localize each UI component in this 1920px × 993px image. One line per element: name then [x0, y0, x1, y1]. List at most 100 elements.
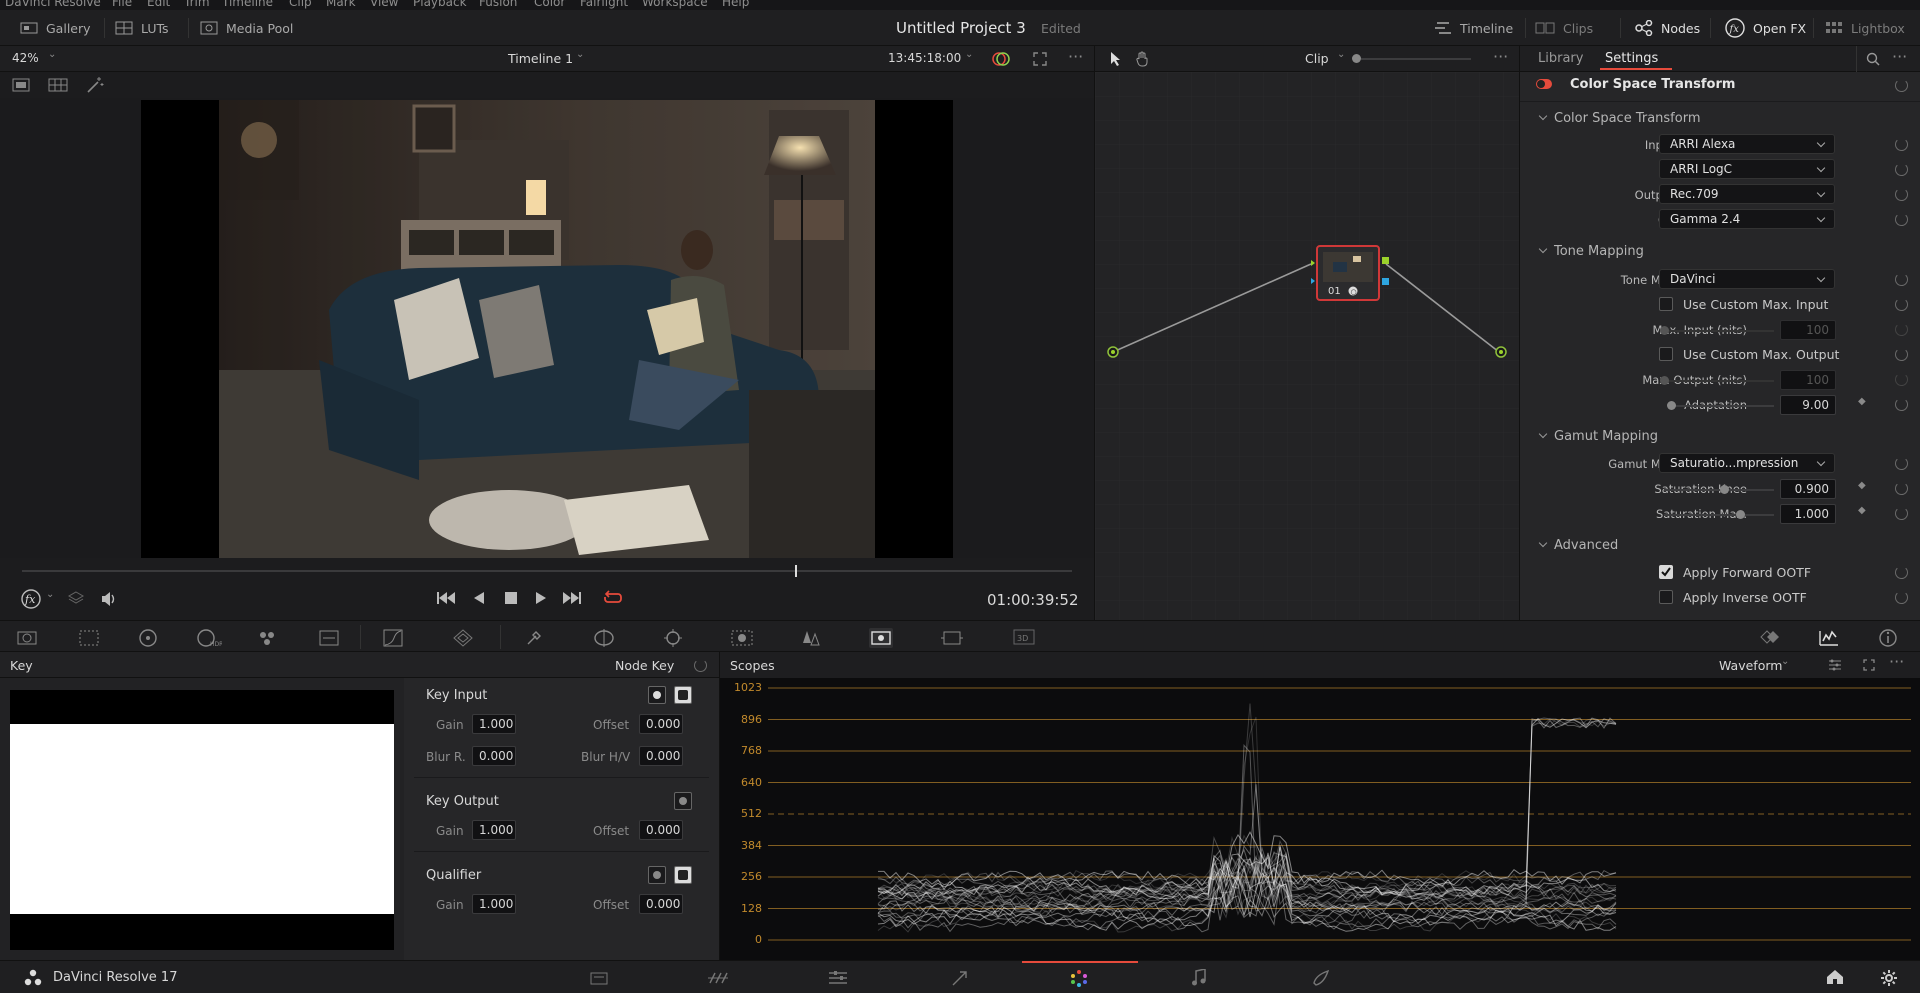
- info-icon[interactable]: [1878, 628, 1898, 648]
- apply-inverse-ootf-checkbox[interactable]: [1659, 590, 1673, 604]
- clips-button[interactable]: Clips: [1535, 18, 1593, 38]
- reset-icon[interactable]: [1895, 373, 1908, 386]
- adaptation-slider[interactable]: [1670, 405, 1774, 407]
- go-to-end-icon[interactable]: [562, 591, 582, 605]
- color-warper-icon[interactable]: [452, 628, 474, 648]
- more-options-icon[interactable]: ···: [1889, 652, 1904, 671]
- max-output-slider[interactable]: [1664, 380, 1774, 382]
- key-input-offset-field[interactable]: 0.000: [639, 714, 683, 734]
- color-page-icon[interactable]: [1069, 969, 1089, 987]
- key-output-mask-button[interactable]: [674, 792, 692, 810]
- color-match-icon[interactable]: [78, 629, 100, 647]
- saturation-max-slider-knob[interactable]: [1736, 510, 1745, 519]
- scrub-bar[interactable]: [22, 570, 1072, 572]
- color-wheels-icon[interactable]: [138, 628, 158, 648]
- menu-clip[interactable]: Clip: [289, 0, 312, 9]
- menu-workspace[interactable]: Workspace: [642, 0, 708, 9]
- keyframe-icon[interactable]: ◆: [1858, 396, 1866, 407]
- max-input-slider[interactable]: [1664, 330, 1774, 332]
- video-frame[interactable]: [219, 100, 875, 558]
- chevron-down-icon[interactable]: ⌄: [1337, 49, 1345, 60]
- fairlight-page-icon[interactable]: [1191, 969, 1207, 987]
- scopes-icon[interactable]: [1818, 627, 1840, 647]
- more-options-icon[interactable]: ···: [1892, 47, 1907, 66]
- section-advanced[interactable]: Advanced: [1540, 538, 1618, 553]
- menu-view[interactable]: View: [370, 0, 398, 9]
- hand-icon[interactable]: [1135, 51, 1151, 67]
- clip-mode-dropdown[interactable]: Clip: [1305, 51, 1329, 66]
- saturation-max-field[interactable]: 1.000: [1780, 504, 1836, 524]
- reset-icon[interactable]: [1895, 188, 1908, 201]
- go-to-start-icon[interactable]: [436, 591, 456, 605]
- reset-icon[interactable]: [1895, 298, 1908, 311]
- reset-icon[interactable]: [1895, 163, 1908, 176]
- section-tone-mapping[interactable]: Tone Mapping: [1540, 244, 1644, 259]
- chevron-down-icon[interactable]: ⌄: [1781, 656, 1789, 667]
- wipe-icon[interactable]: [992, 51, 1010, 67]
- motion-effects-icon[interactable]: [318, 628, 340, 648]
- more-options-icon[interactable]: ···: [1493, 47, 1508, 66]
- max-input-field[interactable]: 100: [1780, 320, 1836, 340]
- qualifier-offset-field[interactable]: 0.000: [639, 894, 683, 914]
- scope-settings-icon[interactable]: [1828, 659, 1842, 671]
- home-icon[interactable]: [1826, 969, 1844, 985]
- reset-icon[interactable]: [1895, 213, 1908, 226]
- camera-raw-icon[interactable]: [16, 629, 42, 647]
- reset-icon[interactable]: [1895, 138, 1908, 151]
- zoom-slider[interactable]: [1361, 58, 1471, 60]
- blur-icon[interactable]: [800, 628, 822, 648]
- pointer-icon[interactable]: [1109, 51, 1121, 67]
- nodes-button[interactable]: Nodes: [1635, 18, 1700, 38]
- tracker-icon[interactable]: [663, 628, 683, 648]
- key-output-gain-field[interactable]: 1.000: [472, 820, 516, 840]
- reset-icon[interactable]: [1895, 457, 1908, 470]
- settings-gear-icon[interactable]: [1880, 969, 1898, 987]
- reset-icon[interactable]: [1895, 566, 1908, 579]
- menu-mark[interactable]: Mark: [326, 0, 356, 9]
- reset-icon[interactable]: [1895, 482, 1908, 495]
- media-page-icon[interactable]: [590, 970, 608, 986]
- rgb-mixer-icon[interactable]: [256, 628, 278, 648]
- more-options-icon[interactable]: ···: [1068, 47, 1083, 66]
- input-gamma-dropdown[interactable]: ARRI LogC: [1659, 159, 1835, 179]
- reset-effect-icon[interactable]: [1895, 79, 1908, 92]
- play-icon[interactable]: [534, 591, 548, 605]
- open-fx-button[interactable]: fx Open FX: [1725, 18, 1806, 38]
- key-output-offset-field[interactable]: 0.000: [639, 820, 683, 840]
- chevron-down-icon[interactable]: ⌄: [46, 589, 54, 600]
- reset-icon[interactable]: [1895, 591, 1908, 604]
- luts-button[interactable]: LUTs: [115, 18, 169, 38]
- chevron-down-icon[interactable]: ⌄: [965, 49, 973, 60]
- key-input-mask-button[interactable]: [648, 686, 666, 704]
- media-pool-button[interactable]: Media Pool: [200, 18, 293, 38]
- loop-icon[interactable]: [603, 590, 623, 606]
- tab-library[interactable]: Library: [1538, 51, 1583, 66]
- 3d-icon[interactable]: 3D: [1012, 627, 1036, 647]
- fx-bypass-icon[interactable]: fx: [20, 588, 42, 610]
- menu-file[interactable]: File: [112, 0, 132, 9]
- tone-mapping-method-dropdown[interactable]: DaVinci: [1659, 269, 1835, 289]
- menu-trim[interactable]: Trim: [184, 0, 210, 9]
- menu-app[interactable]: DaVinci Resolve: [5, 0, 101, 9]
- lightbox-view-icon[interactable]: [1759, 629, 1781, 645]
- gallery-view-icon[interactable]: [48, 78, 68, 92]
- curves-icon[interactable]: [382, 628, 404, 648]
- zoom-slider-knob[interactable]: [1352, 54, 1361, 63]
- use-custom-max-input-checkbox[interactable]: [1659, 297, 1673, 311]
- playhead[interactable]: [794, 565, 797, 577]
- qualifier-icon[interactable]: [524, 628, 544, 648]
- layers-icon[interactable]: [68, 591, 84, 605]
- saturation-max-slider[interactable]: [1664, 514, 1774, 516]
- max-input-slider-knob[interactable]: [1660, 326, 1669, 335]
- keyframe-icon[interactable]: ◆: [1858, 505, 1866, 516]
- fullscreen-icon[interactable]: [1863, 659, 1875, 671]
- volume-icon[interactable]: [100, 591, 118, 607]
- use-custom-max-output-checkbox[interactable]: [1659, 347, 1673, 361]
- sizing-icon[interactable]: [940, 628, 964, 648]
- search-icon[interactable]: [1866, 52, 1880, 66]
- magic-mask-icon[interactable]: [730, 628, 754, 648]
- gamut-mapping-method-dropdown[interactable]: Saturatio...mpression: [1659, 453, 1835, 473]
- key-input-blur-r-field[interactable]: 0.000: [472, 746, 516, 766]
- input-color-space-dropdown[interactable]: ARRI Alexa: [1659, 134, 1835, 154]
- saturation-knee-slider[interactable]: [1664, 489, 1774, 491]
